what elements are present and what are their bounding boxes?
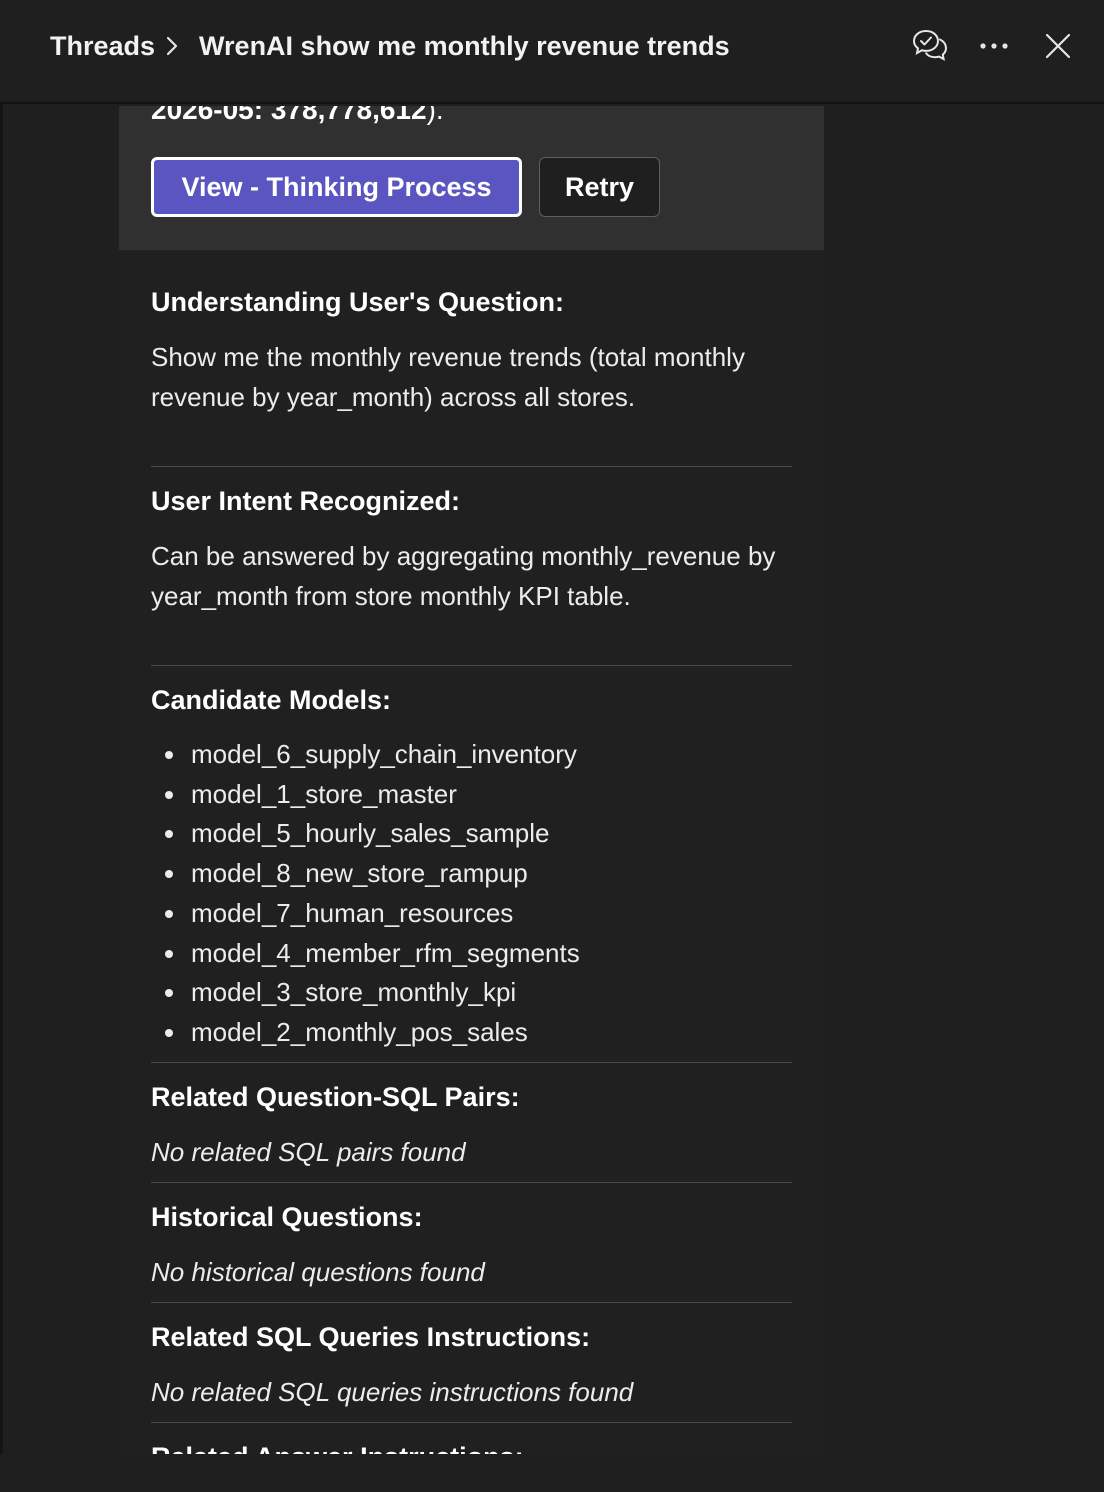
section-candidate-models: Candidate Models: model_6_supply_chain_i…	[151, 683, 792, 1053]
section-title: Related Question-SQL Pairs:	[151, 1082, 520, 1112]
section-historical: Historical Questions: No historical ques…	[151, 1200, 792, 1292]
view-thinking-process-button[interactable]: View - Thinking Process	[151, 157, 522, 217]
list-item: model_4_member_rfm_segments	[151, 934, 792, 974]
breadcrumb-current: WrenAI show me monthly revenue trends	[199, 30, 730, 61]
section-sql-instructions: Related SQL Queries Instructions: No rel…	[151, 1320, 792, 1412]
close-icon[interactable]	[1036, 24, 1080, 68]
answer-card: 2026-05: 378,778,612). View - Thinking P…	[119, 106, 824, 250]
retry-button[interactable]: Retry	[539, 157, 660, 217]
breadcrumb-threads-link[interactable]: Threads	[50, 31, 155, 62]
divider	[151, 1302, 792, 1303]
candidate-model-list: model_6_supply_chain_inventory model_1_s…	[151, 735, 792, 1053]
chevron-right-icon	[165, 35, 189, 57]
breadcrumb: Threads WrenAI show me monthly revenue t…	[50, 26, 730, 66]
section-body: No related SQL pairs found	[151, 1137, 466, 1167]
divider	[151, 466, 792, 467]
section-understanding: Understanding User's Question: Show me t…	[151, 285, 792, 417]
list-item: model_7_human_resources	[151, 894, 792, 934]
more-icon[interactable]	[972, 24, 1016, 68]
divider	[151, 1422, 792, 1423]
list-item: model_2_monthly_pos_sales	[151, 1013, 792, 1053]
divider	[151, 1182, 792, 1183]
section-title: User Intent Recognized:	[151, 486, 461, 516]
section-title: Related Answer Instructions:	[151, 1440, 792, 1454]
chat-check-icon[interactable]	[908, 24, 952, 68]
section-title: Historical Questions:	[151, 1202, 423, 1232]
list-item: model_1_store_master	[151, 775, 792, 815]
list-item: model_6_supply_chain_inventory	[151, 735, 792, 775]
header-actions	[888, 24, 1080, 68]
section-body: No related SQL queries instructions foun…	[151, 1377, 634, 1407]
divider	[151, 665, 792, 666]
thread-panel: Threads WrenAI show me monthly revenue t…	[0, 0, 1104, 1492]
list-item: model_5_hourly_sales_sample	[151, 814, 792, 854]
section-title: Understanding User's Question:	[151, 287, 564, 317]
list-item: model_8_new_store_rampup	[151, 854, 792, 894]
section-title: Candidate Models:	[151, 685, 392, 715]
answer-actions: View - Thinking Process Retry	[151, 157, 660, 217]
section-sql-pairs: Related Question-SQL Pairs: No related S…	[151, 1080, 792, 1172]
section-title: Related SQL Queries Instructions:	[151, 1322, 591, 1352]
section-answer-instructions: Related Answer Instructions:	[151, 1440, 792, 1454]
bottom-bar	[0, 1454, 1104, 1492]
message-scroll-area[interactable]: 2026-05: 378,778,612). View - Thinking P…	[0, 106, 1104, 1454]
section-intent: User Intent Recognized: Can be answered …	[151, 484, 792, 616]
divider	[151, 1062, 792, 1063]
answer-text-tail: 2026-05: 378,778,612).	[151, 106, 444, 125]
section-body: Show me the monthly revenue trends (tota…	[151, 342, 745, 412]
section-body: No historical questions found	[151, 1257, 485, 1287]
header: Threads WrenAI show me monthly revenue t…	[0, 0, 1104, 104]
list-item: model_3_store_monthly_kpi	[151, 973, 792, 1013]
section-body: Can be answered by aggregating monthly_r…	[151, 541, 776, 611]
thinking-process-panel: Understanding User's Question: Show me t…	[119, 250, 824, 1454]
